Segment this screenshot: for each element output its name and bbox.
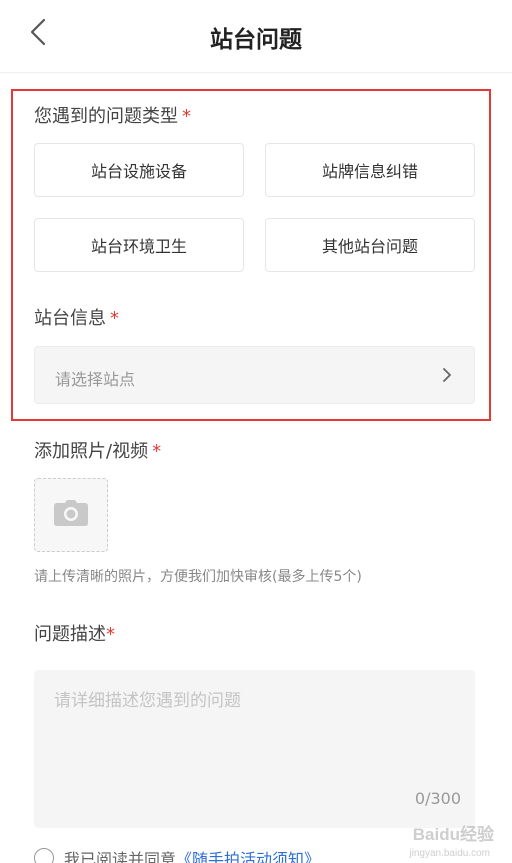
photo-label: 添加照片/视频 * bbox=[34, 437, 161, 463]
problem-type-label-text: 您遇到的问题类型 bbox=[34, 106, 178, 127]
photo-hint: 请上传清晰的照片，方便我们加快审核(最多上传5个) bbox=[34, 569, 362, 585]
page: 站台问题 您遇到的问题类型 * 站台设施设备 站牌信息纠错 站台环境卫生 其他站台… bbox=[0, 0, 512, 863]
char-counter: 0/300 bbox=[414, 789, 461, 808]
camera-icon bbox=[54, 500, 88, 530]
option-environment-hygiene[interactable]: 站台环境卫生 bbox=[34, 218, 244, 272]
option-label: 站牌信息纠错 bbox=[321, 162, 418, 181]
station-select-placeholder: 请选择站点 bbox=[55, 370, 136, 389]
description-box: 0/300 bbox=[34, 670, 475, 828]
agreement-link[interactable]: 《随手拍活动须知》 bbox=[176, 846, 320, 863]
agreement-prefix: 我已阅读并同意 bbox=[64, 850, 177, 863]
chevron-right-icon bbox=[442, 367, 452, 387]
station-info-label: 站台信息 * bbox=[34, 304, 119, 330]
photo-label-text: 添加照片/视频 bbox=[34, 441, 149, 462]
required-mark: * bbox=[182, 106, 191, 127]
top-bar: 站台问题 bbox=[0, 0, 512, 73]
option-station-facilities[interactable]: 站台设施设备 bbox=[34, 143, 244, 197]
required-mark: * bbox=[106, 624, 115, 645]
required-mark: * bbox=[152, 441, 162, 462]
station-select[interactable]: 请选择站点 bbox=[34, 346, 475, 404]
option-label: 站台环境卫生 bbox=[90, 237, 187, 256]
option-other-issue[interactable]: 其他站台问题 bbox=[265, 218, 475, 272]
required-mark: * bbox=[110, 308, 119, 329]
add-photo-button[interactable] bbox=[34, 478, 108, 552]
page-title: 站台问题 bbox=[210, 27, 302, 53]
description-label: 问题描述* bbox=[34, 620, 115, 646]
agreement-row: 我已阅读并同意 《随手拍活动须知》 bbox=[34, 848, 320, 863]
problem-type-label: 您遇到的问题类型 * bbox=[34, 102, 191, 128]
description-label-text: 问题描述 bbox=[34, 624, 106, 645]
station-info-label-text: 站台信息 bbox=[34, 308, 106, 329]
description-input[interactable] bbox=[34, 670, 475, 828]
option-label: 站台设施设备 bbox=[90, 162, 187, 181]
option-sign-correction[interactable]: 站牌信息纠错 bbox=[265, 143, 475, 197]
option-label: 其他站台问题 bbox=[321, 237, 418, 256]
agree-checkbox[interactable] bbox=[34, 848, 54, 863]
watermark-logo: Baidu经验 bbox=[412, 825, 494, 844]
watermark-url: jingyan.baidu.com bbox=[409, 848, 490, 859]
